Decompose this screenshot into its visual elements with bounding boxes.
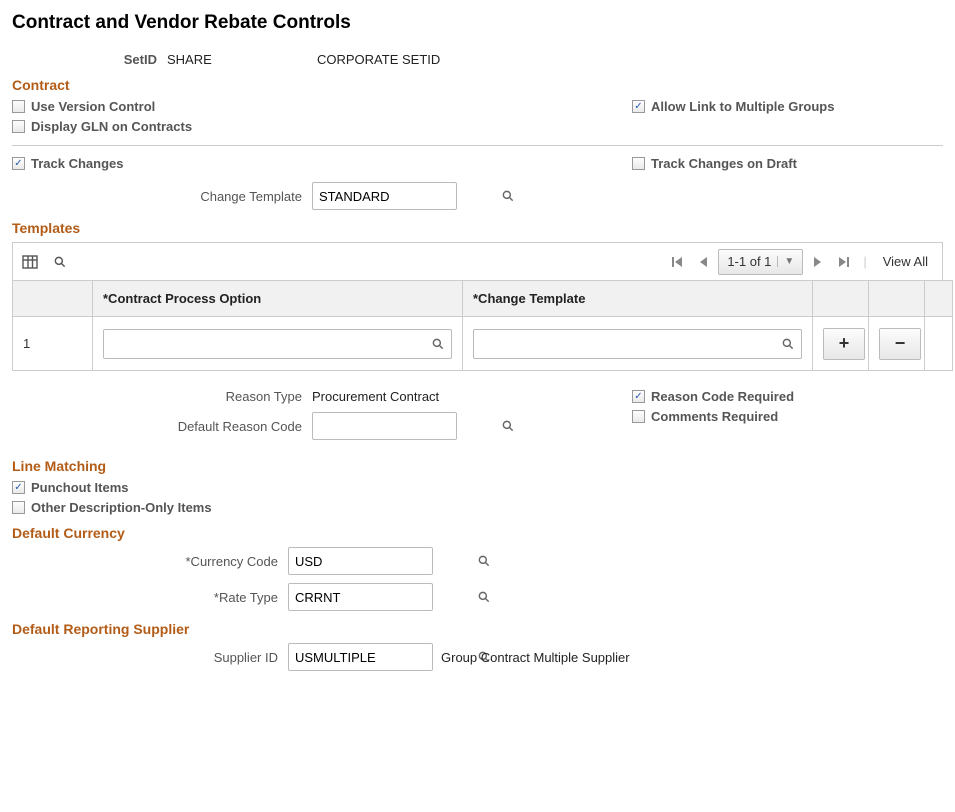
track-changes-label: Track Changes: [31, 156, 124, 171]
chevron-down-icon: ▼: [777, 256, 794, 267]
rate-type-label: *Rate Type: [12, 590, 288, 605]
allow-link-multi-checkbox[interactable]: ✓: [632, 100, 645, 113]
col-rownum: [13, 281, 93, 317]
currency-code-input[interactable]: [289, 548, 477, 574]
change-template-label: Change Template: [12, 189, 312, 204]
setid-descr: CORPORATE SETID: [317, 52, 440, 67]
rate-type-input[interactable]: [289, 584, 477, 610]
delete-row-button[interactable]: −: [879, 328, 921, 360]
grid-next-icon[interactable]: [807, 251, 829, 273]
default-reason-code-input[interactable]: [313, 413, 501, 439]
other-desc-only-checkbox[interactable]: [12, 501, 25, 514]
process-option-lookup-icon[interactable]: [425, 330, 451, 358]
line-matching-heading: Line Matching: [12, 458, 943, 474]
default-reason-code-lookup-icon[interactable]: [501, 413, 515, 439]
table-row: 1 + −: [13, 317, 953, 371]
contract-heading: Contract: [12, 77, 943, 93]
reason-type-label: Reason Type: [12, 389, 312, 404]
add-row-button[interactable]: +: [823, 328, 865, 360]
templates-heading: Templates: [12, 220, 943, 236]
row-number: 1: [13, 317, 93, 371]
row-change-template-lookup-icon[interactable]: [775, 330, 801, 358]
process-option-input[interactable]: [104, 332, 425, 355]
separator: |: [859, 254, 870, 269]
templates-grid: *Contract Process Option *Change Templat…: [12, 280, 953, 371]
change-template-input[interactable]: [313, 183, 501, 209]
default-reporting-supplier-heading: Default Reporting Supplier: [12, 621, 943, 637]
track-changes-checkbox[interactable]: ✓: [12, 157, 25, 170]
grid-find-icon[interactable]: [49, 251, 71, 273]
col-process-option[interactable]: *Contract Process Option: [93, 281, 463, 317]
punchout-items-label: Punchout Items: [31, 480, 129, 495]
comments-required-label: Comments Required: [651, 409, 778, 424]
change-template-lookup-icon[interactable]: [501, 183, 515, 209]
row-change-template-input[interactable]: [474, 332, 775, 355]
col-change-template[interactable]: *Change Template: [463, 281, 813, 317]
punchout-items-checkbox[interactable]: ✓: [12, 481, 25, 494]
display-gln-checkbox[interactable]: [12, 120, 25, 133]
col-delete: [869, 281, 925, 317]
currency-code-label: *Currency Code: [12, 554, 288, 569]
grid-last-icon[interactable]: [833, 251, 855, 273]
supplier-id-descr: Group Contract Multiple Supplier: [433, 650, 630, 665]
allow-link-multi-label: Allow Link to Multiple Groups: [651, 99, 834, 114]
track-changes-draft-label: Track Changes on Draft: [651, 156, 797, 171]
grid-prev-icon[interactable]: [692, 251, 714, 273]
display-gln-label: Display GLN on Contracts: [31, 119, 192, 134]
supplier-id-label: Supplier ID: [12, 650, 288, 665]
other-desc-only-label: Other Description-Only Items: [31, 500, 212, 515]
use-version-control-checkbox[interactable]: [12, 100, 25, 113]
view-all-link[interactable]: View All: [875, 254, 936, 269]
divider: [12, 145, 943, 146]
setid-value: SHARE: [167, 52, 317, 67]
default-reason-code-label: Default Reason Code: [12, 419, 312, 434]
setid-label: SetID: [12, 52, 167, 67]
grid-personalize-icon[interactable]: [19, 251, 41, 273]
rate-type-lookup-icon[interactable]: [477, 584, 491, 610]
grid-pager-text: 1-1 of 1: [727, 254, 771, 269]
reason-code-required-checkbox[interactable]: ✓: [632, 390, 645, 403]
reason-code-required-label: Reason Code Required: [651, 389, 794, 404]
grid-pager-button[interactable]: 1-1 of 1 ▼: [718, 249, 803, 275]
grid-toolbar: 1-1 of 1 ▼ | View All: [12, 242, 943, 280]
track-changes-draft-checkbox[interactable]: [632, 157, 645, 170]
default-currency-heading: Default Currency: [12, 525, 943, 541]
currency-code-lookup-icon[interactable]: [477, 548, 491, 574]
col-add: [813, 281, 869, 317]
grid-first-icon[interactable]: [666, 251, 688, 273]
reason-type-value: Procurement Contract: [312, 389, 439, 404]
comments-required-checkbox[interactable]: [632, 410, 645, 423]
use-version-control-label: Use Version Control: [31, 99, 155, 114]
col-blank: [925, 281, 953, 317]
page-title: Contract and Vendor Rebate Controls: [12, 12, 943, 34]
